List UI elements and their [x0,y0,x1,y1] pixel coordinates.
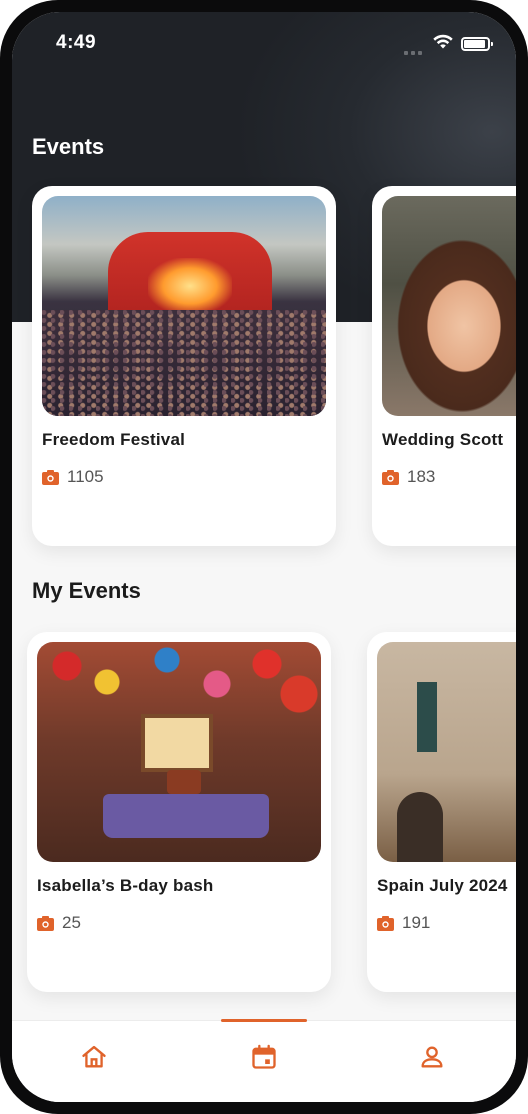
active-tab-indicator [221,1019,307,1022]
home-icon[interactable] [80,1043,108,1071]
my-events-section-title: My Events [32,578,141,603]
camera-icon [382,469,399,485]
event-name: Spain July 2024 [377,876,508,895]
battery-icon [461,37,493,51]
wifi-icon [433,34,453,49]
bottom-tab-bar [12,1019,516,1102]
camera-icon [42,469,59,485]
camera-icon [377,915,394,931]
profile-icon[interactable] [418,1043,446,1071]
status-time: 4:49 [56,32,97,53]
status-bar: 4:49 [12,12,516,72]
event-card-wedding-scott[interactable]: Wedding Scott 183 [372,186,516,546]
event-name: Isabella’s B-day bash [37,876,214,895]
photo-count: 191 [377,913,430,933]
events-section-title: Events [32,134,105,159]
camera-icon [37,915,54,931]
photo-count-value: 1105 [67,467,104,486]
event-card-isabella-bday[interactable]: Isabella’s B-day bash 25 [27,632,331,992]
event-name: Freedom Festival [42,430,186,449]
event-card-freedom-festival[interactable]: Freedom Festival 1105 [32,186,336,546]
cellular-signal-icon [404,42,425,60]
photo-count: 183 [382,467,435,487]
event-cover-image [42,196,326,416]
photo-count-value: 25 [62,913,81,932]
event-card-spain-july[interactable]: Spain July 2024 191 [367,632,516,992]
calendar-icon[interactable] [250,1043,278,1071]
photo-count: 1105 [42,467,104,487]
event-cover-image [382,196,516,416]
photo-count: 25 [37,913,81,933]
device-frame: 4:49 Events Freedom Festival 1105 Weddin… [0,0,528,1114]
event-name: Wedding Scott [382,430,504,449]
app-screen: 4:49 Events Freedom Festival 1105 Weddin… [12,12,516,1102]
photo-count-value: 191 [402,913,431,932]
photo-count-value: 183 [407,467,436,486]
event-cover-image [37,642,321,862]
event-cover-image [377,642,516,862]
